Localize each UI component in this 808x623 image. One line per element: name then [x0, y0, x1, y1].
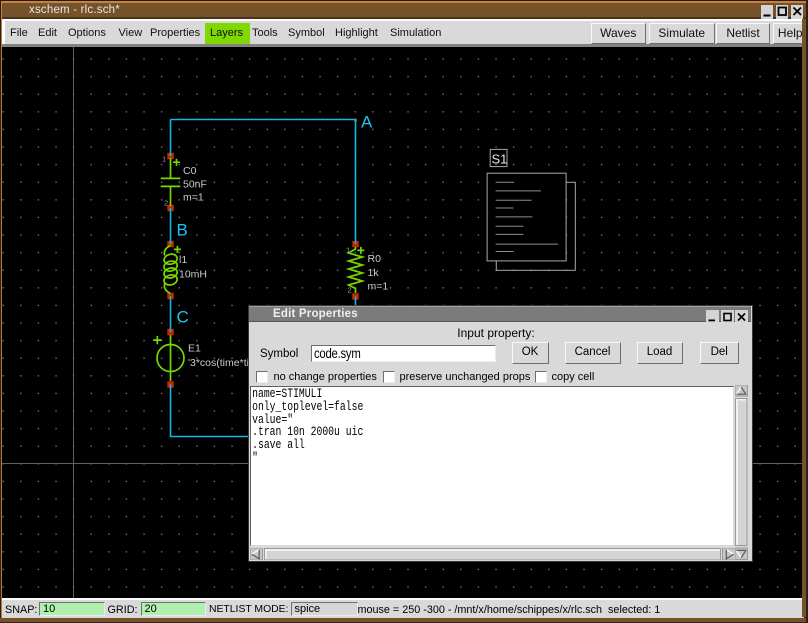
svg-text:2: 2 — [164, 199, 168, 208]
svg-text:1: 1 — [346, 246, 350, 255]
svg-text:A: A — [361, 113, 373, 132]
svg-text:C: C — [177, 308, 189, 327]
svg-text:l1: l1 — [179, 254, 187, 266]
svg-text:10mH: 10mH — [179, 269, 207, 281]
svg-text:B: B — [177, 221, 188, 240]
svg-text:50nF: 50nF — [183, 179, 207, 191]
svg-text:m=1: m=1 — [368, 281, 389, 293]
svg-text:S1: S1 — [492, 152, 508, 167]
svg-text:E1: E1 — [188, 343, 201, 355]
svg-text:1k: 1k — [368, 267, 380, 279]
svg-text:1: 1 — [162, 155, 166, 164]
svg-text:R0: R0 — [368, 253, 382, 265]
svg-text:2: 2 — [348, 286, 352, 295]
svg-text:C0: C0 — [183, 165, 197, 177]
svg-text:m=1: m=1 — [183, 192, 204, 204]
